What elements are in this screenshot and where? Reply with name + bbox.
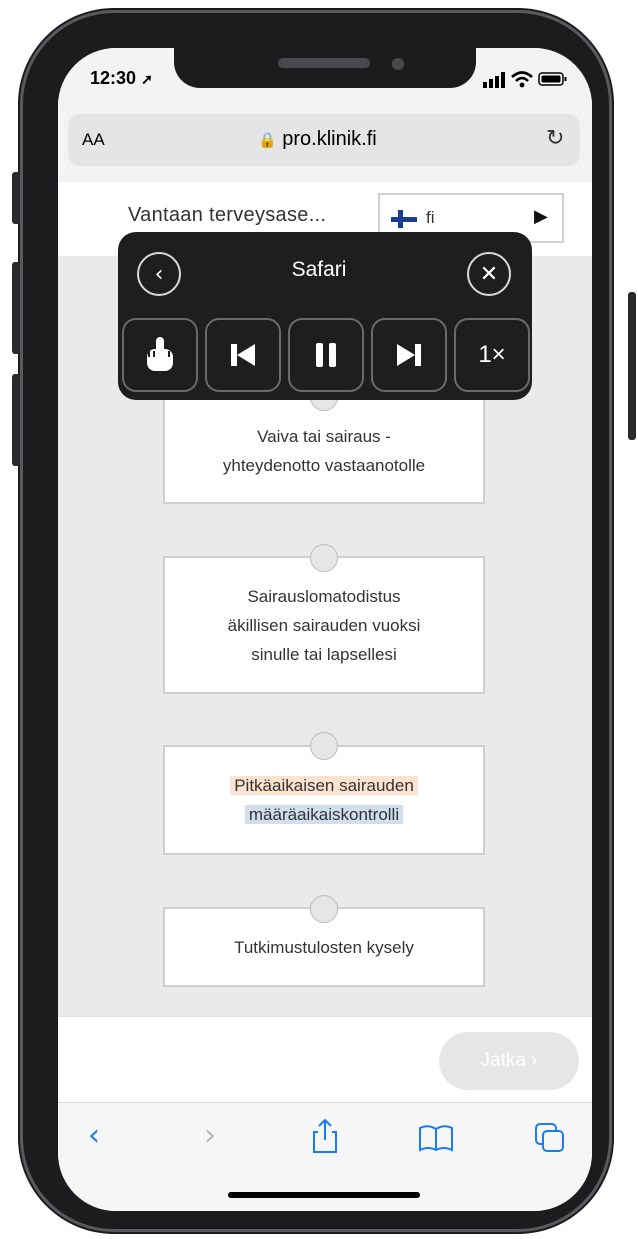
clock: 12:30 — [90, 68, 137, 88]
text-size-button[interactable]: AA — [82, 130, 105, 150]
url-display[interactable]: 🔒 pro.klinik.fi — [258, 128, 377, 151]
speaker — [278, 58, 370, 68]
option-connector-dot — [310, 732, 338, 760]
overlay-close-button[interactable]: ✕ — [467, 252, 511, 296]
bookmarks-icon[interactable] — [418, 1124, 454, 1152]
back-icon[interactable]: ‹ — [74, 1116, 114, 1156]
option-line: Tutkimustulosten kysely — [234, 937, 414, 957]
option-line: äkillisen sairauden vuoksi — [227, 615, 421, 635]
next-item-button[interactable] — [371, 318, 447, 392]
url-text: pro.klinik.fi — [282, 128, 377, 150]
volume-down-button — [12, 374, 20, 466]
notch — [174, 48, 476, 88]
clinic-name: Vantaan terveysase... — [128, 204, 327, 226]
tabs-icon[interactable] — [534, 1122, 566, 1154]
status-time: 12:30 ➚ — [90, 68, 153, 89]
lock-icon: 🔒 — [258, 132, 277, 149]
overlay-title: Safari — [291, 258, 347, 281]
mute-switch — [12, 172, 20, 224]
option-line: Sairauslomatodistus — [247, 586, 401, 606]
reload-icon[interactable]: ↻ — [546, 126, 564, 151]
power-button — [628, 292, 636, 440]
option-card[interactable]: Sairauslomatodistus äkillisen sairauden … — [163, 556, 485, 694]
pointing-hand-icon — [147, 337, 173, 371]
skip-forward-icon — [397, 344, 421, 366]
option-card[interactable]: Pitkäaikaisen sairauden määräaikaiskontr… — [163, 745, 485, 855]
home-indicator — [228, 1192, 420, 1198]
front-camera — [392, 58, 404, 70]
speed-label: 1× — [478, 341, 506, 368]
phone-screen: 12:30 ➚ AA 🔒 pro.klinik.fi ↻ Vantaan ter… — [58, 48, 592, 1211]
option-card[interactable]: Vaiva tai sairaus - yhteydenotto vastaan… — [163, 398, 485, 504]
previous-button[interactable] — [205, 318, 281, 392]
skip-back-icon — [231, 344, 255, 366]
close-icon: ✕ — [479, 261, 499, 287]
option-connector-dot — [310, 544, 338, 572]
speed-button[interactable]: 1× — [454, 318, 530, 392]
pause-icon — [316, 343, 336, 367]
option-line: sinulle tai lapsellesi — [251, 644, 397, 664]
share-icon[interactable] — [310, 1118, 340, 1154]
signal-icon — [483, 72, 505, 88]
highlighted-text: määräaikaiskontrolli — [244, 805, 404, 824]
option-connector-dot — [310, 895, 338, 923]
pause-button[interactable] — [288, 318, 364, 392]
battery-icon — [538, 72, 567, 86]
language-code: fi — [426, 208, 435, 227]
wifi-icon — [511, 71, 533, 88]
option-line: Vaiva tai sairaus - — [257, 427, 391, 446]
highlighted-text: Pitkäaikaisen sairauden — [230, 776, 418, 795]
forward-icon[interactable]: › — [190, 1116, 230, 1156]
option-line: yhteydenotto vastaanotolle — [222, 456, 426, 475]
next-button[interactable]: Jatka › — [439, 1032, 579, 1090]
dropdown-arrow-icon: ▶ — [534, 206, 548, 227]
gesture-button[interactable] — [122, 318, 198, 392]
location-arrow-icon: ➚ — [141, 71, 153, 87]
finnish-flag-icon — [391, 210, 417, 228]
